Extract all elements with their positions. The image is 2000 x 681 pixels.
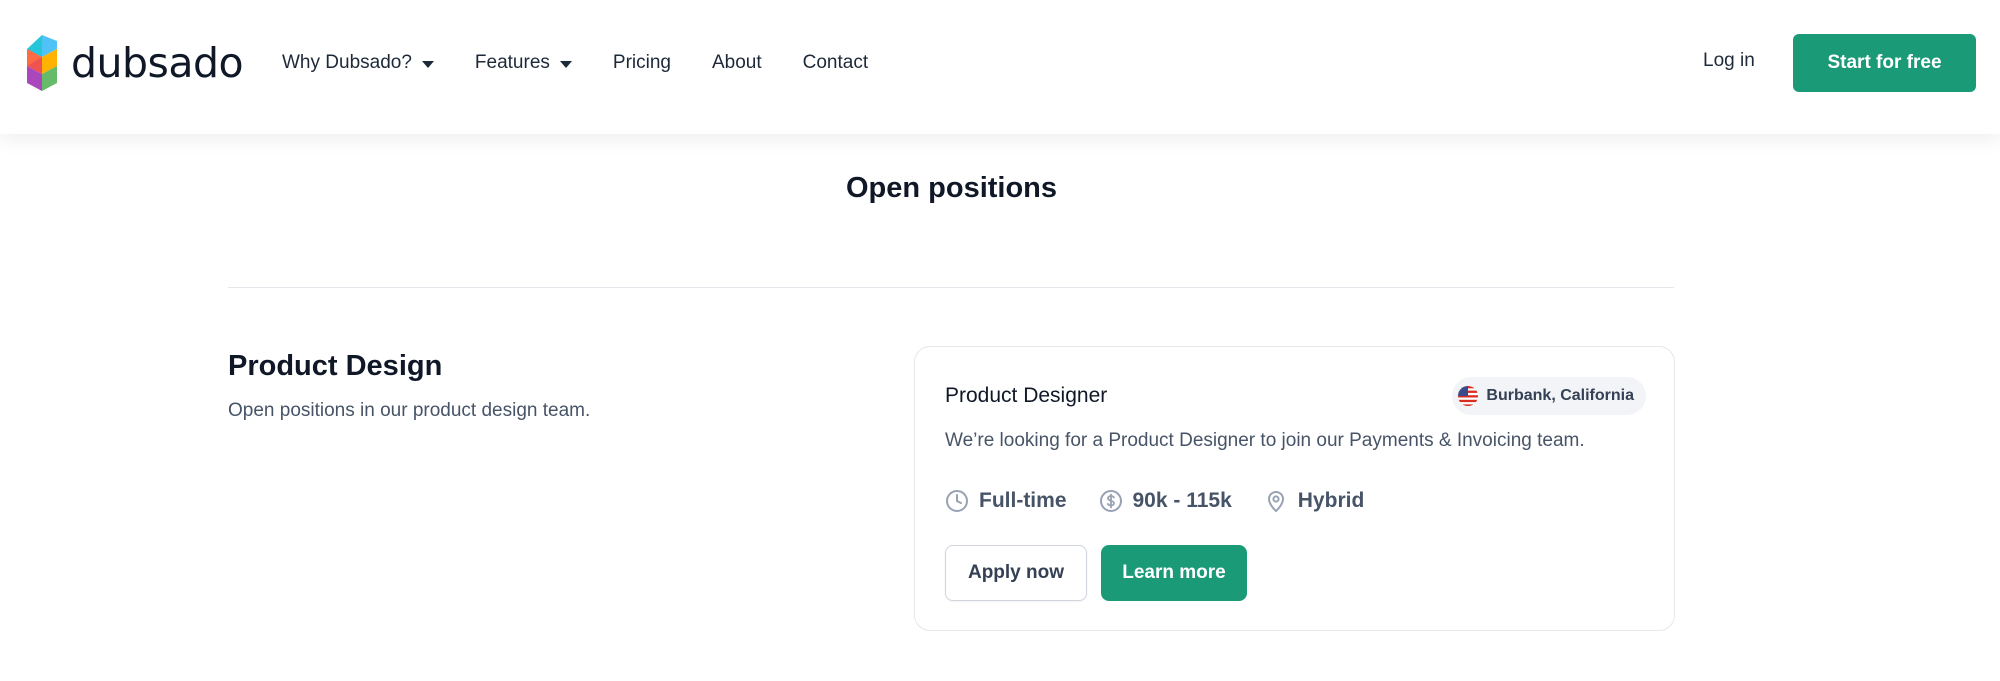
section-divider <box>228 287 1674 288</box>
nav-item-label: About <box>711 52 762 73</box>
nav-item-features[interactable]: Features <box>475 52 572 74</box>
nav-item-contact[interactable]: Contact <box>803 52 868 74</box>
map-pin-icon <box>1267 491 1284 512</box>
nav-item-label: Why Dubsado? <box>282 52 412 73</box>
nav-item-label: Contact <box>802 52 869 73</box>
start-for-free-button[interactable]: Start for free <box>1793 34 1976 92</box>
nav-item-label: Pricing <box>612 52 671 73</box>
job-workplace-text: Hybrid <box>1297 489 1365 512</box>
job-description: We’re looking for a Product Designer to … <box>945 430 1585 451</box>
job-title: Product Designer <box>945 384 1108 407</box>
site-header: dubsado Why Dubsado? Features Pricing Ab… <box>0 0 2000 134</box>
location-text: Burbank, California <box>1486 387 1634 404</box>
job-salary-text: 90k - 115k <box>1132 489 1232 512</box>
logo-wordmark: dubsado <box>71 39 244 87</box>
nav-item-why-dubsado[interactable]: Why Dubsado? <box>282 52 434 74</box>
job-workplace: Hybrid <box>1264 489 1365 513</box>
nav-item-about[interactable]: About <box>712 52 762 74</box>
job-type: Full-time <box>945 489 1067 513</box>
nav-item-label: Features <box>474 52 550 73</box>
page-title: Open positions <box>845 172 1058 204</box>
clock-icon <box>946 490 968 512</box>
job-card: Product Designer Burbank, California We’… <box>914 346 1675 631</box>
department-subtitle: Open positions in our product design tea… <box>228 400 591 421</box>
login-link[interactable]: Log in <box>1703 50 1755 72</box>
chevron-down-icon <box>421 60 434 68</box>
dubsado-logo-icon <box>27 35 57 91</box>
us-flag-icon <box>1458 386 1479 406</box>
job-meta: Full-time 90k - 115k Hybrid <box>945 486 1396 516</box>
location-badge: Burbank, California <box>1452 377 1646 415</box>
apply-now-button[interactable]: Apply now <box>945 545 1087 601</box>
job-type-text: Full-time <box>979 489 1067 512</box>
learn-more-button[interactable]: Learn more <box>1101 545 1247 601</box>
job-salary: 90k - 115k <box>1099 489 1232 513</box>
dollar-circle-icon <box>1099 490 1122 512</box>
chevron-down-icon <box>559 60 572 68</box>
main-nav: Why Dubsado? Features Pricing About Cont… <box>282 48 909 78</box>
nav-item-pricing[interactable]: Pricing <box>613 52 671 74</box>
dubsado-logo[interactable]: dubsado <box>22 33 244 93</box>
department-title: Product Design <box>228 350 443 382</box>
